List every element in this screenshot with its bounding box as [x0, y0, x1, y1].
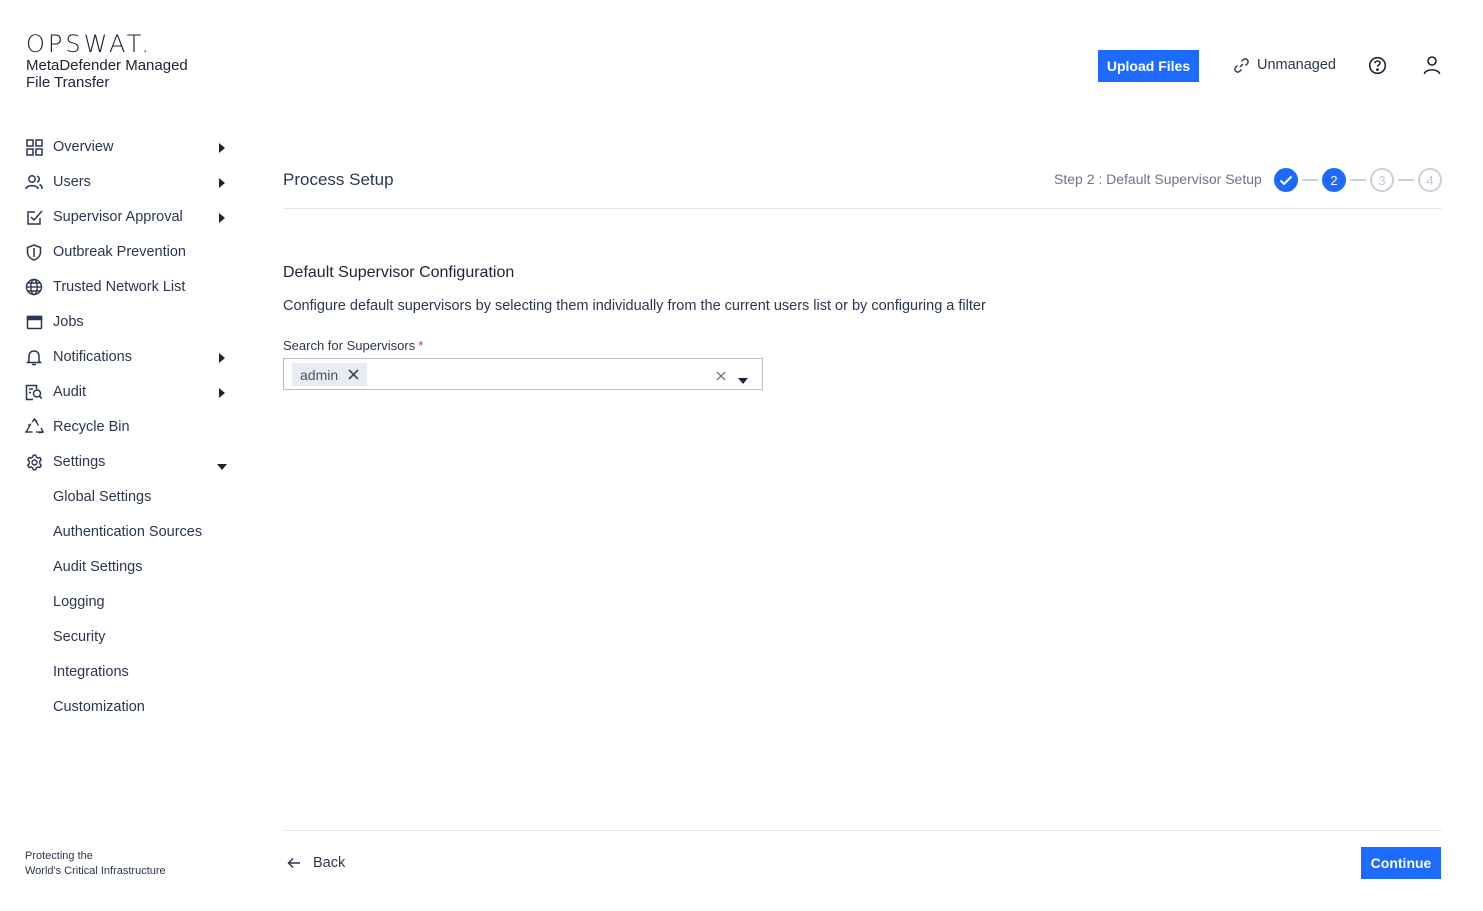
sidebar-item-label: Users: [53, 174, 91, 190]
sidebar-item-label: Notifications: [53, 349, 132, 365]
sidebar-item-label: Jobs: [53, 314, 84, 330]
grid-icon: [24, 137, 44, 157]
back-label: Back: [313, 855, 346, 871]
upload-files-button[interactable]: Upload Files: [1098, 50, 1199, 82]
sidebar-item-jobs[interactable]: Jobs: [24, 310, 234, 334]
sidebar-subitem-audit-settings[interactable]: Audit Settings: [53, 556, 142, 578]
step-2-active: 2: [1322, 168, 1346, 192]
window-icon: [24, 312, 44, 332]
field-label-text: Search for Supervisors: [283, 338, 416, 353]
product-name-line1: MetaDefender Managed: [26, 57, 188, 74]
product-name-line2: File Transfer: [26, 74, 110, 91]
dropdown-arrow-icon[interactable]: [738, 371, 748, 389]
sidebar-subitem-customization[interactable]: Customization: [53, 696, 145, 718]
chip-label: admin: [300, 366, 339, 383]
globe-icon: [24, 277, 44, 297]
sidebar-item-settings[interactable]: Settings: [24, 450, 234, 474]
sidebar-item-label: Overview: [53, 139, 114, 155]
bell-icon: [24, 347, 44, 367]
section-title: Default Supervisor Configuration: [283, 264, 515, 281]
sidebar-item-label: Settings: [53, 454, 106, 470]
sidebar-subitem-logging[interactable]: Logging: [53, 591, 105, 613]
sidebar-item-label: Supervisor Approval: [53, 209, 183, 225]
sidebar-item-label: Trusted Network List: [53, 279, 186, 295]
opswat-logo: OPSWAT.: [26, 30, 153, 58]
link-icon: [1234, 57, 1249, 73]
sidebar-item-supervisor-approval[interactable]: Supervisor Approval: [24, 205, 234, 229]
step-connector: [1350, 179, 1366, 181]
step-4-pending: 4: [1418, 168, 1442, 192]
step-connector: [1398, 179, 1414, 181]
chip-remove-icon[interactable]: [348, 369, 359, 380]
tagline: Protecting the World's Critical Infrastr…: [25, 849, 166, 879]
sidebar-item-label: Audit: [53, 384, 87, 400]
unmanaged-label: Unmanaged: [1257, 57, 1336, 73]
tagline-line1: Protecting the: [25, 850, 93, 862]
users-icon: [24, 172, 44, 192]
approval-icon: [24, 207, 44, 227]
recycle-icon: [24, 417, 44, 437]
sidebar-item-recycle-bin[interactable]: Recycle Bin: [24, 415, 234, 439]
sidebar-item-users[interactable]: Users: [24, 170, 234, 194]
progress-stepper: 2 3 4: [1274, 168, 1444, 192]
checkmark-icon: [1279, 175, 1293, 185]
arrow-left-icon: [287, 857, 300, 869]
supervisor-search-label: Search for Supervisors *: [283, 338, 423, 353]
back-button[interactable]: Back: [287, 852, 345, 874]
tagline-line2: World's Critical Infrastructure: [25, 865, 166, 877]
step-connector: [1302, 179, 1318, 181]
step-label: Step 2 : Default Supervisor Setup: [1054, 171, 1262, 187]
supervisor-search-select[interactable]: admin: [283, 358, 763, 390]
sidebar-subitem-security[interactable]: Security: [53, 626, 105, 648]
sidebar-item-notifications[interactable]: Notifications: [24, 345, 234, 369]
caret-right-icon: [218, 176, 226, 194]
sidebar-item-overview[interactable]: Overview: [24, 135, 234, 159]
sidebar-item-outbreak-prevention[interactable]: Outbreak Prevention: [24, 240, 234, 264]
step-1-complete: [1274, 168, 1298, 192]
continue-button[interactable]: Continue: [1361, 847, 1441, 879]
caret-right-icon: [218, 211, 226, 229]
help-icon[interactable]: [1368, 56, 1387, 80]
header-divider: [283, 208, 1442, 209]
step-3-pending: 3: [1370, 168, 1394, 192]
sidebar-subitem-global-settings[interactable]: Global Settings: [53, 486, 151, 508]
gear-icon: [24, 452, 44, 472]
sidebar-item-label: Outbreak Prevention: [53, 244, 186, 260]
audit-icon: [24, 382, 44, 402]
page-title: Process Setup: [283, 170, 394, 189]
footer-divider: [283, 830, 1442, 831]
sidebar-item-audit[interactable]: Audit: [24, 380, 234, 404]
sidebar-item-label: Recycle Bin: [53, 419, 130, 435]
caret-right-icon: [218, 386, 226, 404]
clear-selection-icon[interactable]: [716, 368, 726, 386]
selected-chip-admin: admin: [292, 363, 368, 386]
caret-right-icon: [218, 141, 226, 159]
user-profile-icon[interactable]: [1422, 55, 1442, 80]
section-description: Configure default supervisors by selecti…: [283, 298, 986, 314]
required-asterisk: *: [418, 338, 424, 353]
unmanaged-link[interactable]: Unmanaged: [1234, 54, 1336, 76]
sidebar-item-trusted-network-list[interactable]: Trusted Network List: [24, 275, 234, 299]
sidebar-subitem-integrations[interactable]: Integrations: [53, 661, 129, 683]
caret-right-icon: [218, 351, 226, 369]
product-name: MetaDefender Managed File Transfer: [26, 57, 216, 91]
sidebar-subitem-authentication-sources[interactable]: Authentication Sources: [53, 521, 202, 543]
caret-down-icon: [216, 458, 228, 476]
shield-icon: [24, 242, 44, 262]
